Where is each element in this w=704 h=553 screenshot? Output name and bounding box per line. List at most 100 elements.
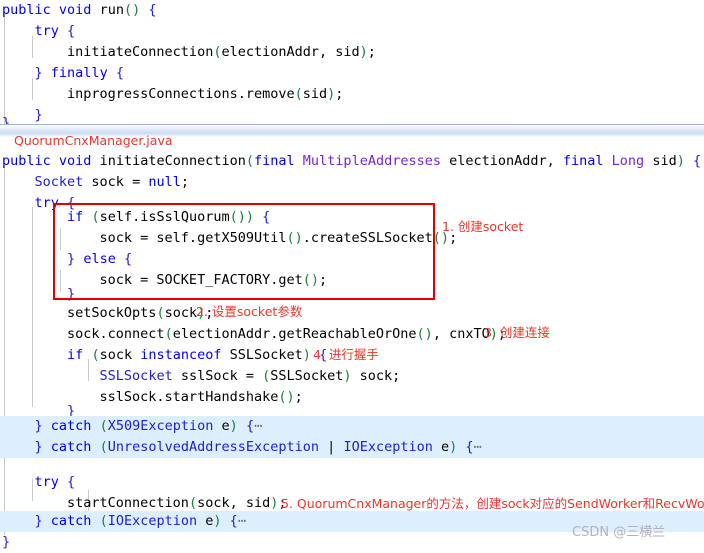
code-token: () <box>123 2 141 18</box>
code-token: electionAddr, sid <box>221 44 360 60</box>
code-token: finally <box>50 65 108 81</box>
code-token: IOException <box>107 513 198 529</box>
code-token: catch <box>50 439 92 455</box>
code-token: ⋯ <box>237 513 246 529</box>
code-token: sock = self.getX509Util <box>2 230 287 246</box>
folded-code-line[interactable]: } catch (X509Exception e) {⋯ <box>0 416 704 437</box>
code-token: () <box>229 209 246 225</box>
code-token: sock; <box>351 368 401 384</box>
filename-label: QuorumCnxManager.java <box>14 133 173 148</box>
code-token: { <box>67 474 76 490</box>
code-line[interactable]: SSLSocket sslSock = (SSLSocket) sock; <box>0 366 704 387</box>
code-token: SSLSocket <box>99 368 173 384</box>
code-token: () <box>286 230 303 246</box>
code-token: sock = <box>83 174 149 190</box>
code-line[interactable]: setSockOpts(sock); <box>0 303 704 324</box>
code-token: electionAddr, <box>440 153 563 169</box>
code-token: sock <box>164 305 198 321</box>
code-token: ; <box>180 174 189 190</box>
code-token: public <box>2 2 51 18</box>
code-token: if <box>67 209 84 225</box>
code-token: { <box>465 439 474 455</box>
code-token: final <box>254 153 295 169</box>
code-token: ( <box>91 209 100 225</box>
folded-code-line[interactable]: } catch (UnresolvedAddressException | IO… <box>0 437 704 458</box>
code-token: , cnxTO <box>432 326 490 342</box>
code-token: ) <box>359 44 368 60</box>
code-token: SSLSocket <box>270 368 344 384</box>
code-token: ( <box>164 326 173 342</box>
code-token: void <box>58 153 92 169</box>
code-token: instanceof <box>140 347 222 363</box>
code-line[interactable]: initiateConnection(electionAddr, sid); <box>0 42 704 63</box>
code-token: UnresolvedAddressException <box>107 439 320 455</box>
code-token: | <box>319 439 344 455</box>
code-token: { <box>115 65 124 81</box>
code-token: sock, sid <box>197 495 271 511</box>
code-token: ) <box>229 418 238 434</box>
code-token: ( <box>245 153 255 169</box>
annotation-5: 5. QuorumCnxManager的方法，创建sock对应的SendWork… <box>281 496 704 511</box>
code-line[interactable]: public void initiateConnection(final Mul… <box>0 151 704 172</box>
code-token: try <box>34 474 59 490</box>
code-token: X509Exception <box>107 418 214 434</box>
code-token: ( <box>91 347 100 363</box>
annotation-4: 4. 进行握手 <box>313 347 379 362</box>
code-token: () <box>416 326 433 342</box>
code-token: { <box>67 23 76 39</box>
code-line[interactable]: if (self.isSslQuorum()) { <box>0 207 704 228</box>
annotation-2: 2. 设置socket参数 <box>196 304 303 319</box>
code-token: self.isSslQuorum <box>99 209 230 225</box>
code-line[interactable]: try { <box>0 472 704 493</box>
code-token: if <box>67 347 84 363</box>
code-line[interactable]: sock = self.getX509Util().createSSLSocke… <box>0 228 704 249</box>
code-line[interactable]: inprogressConnections.remove(sid); <box>0 84 704 105</box>
code-token: } <box>34 65 43 81</box>
code-token: Long <box>611 153 645 169</box>
code-token: } <box>67 286 76 302</box>
code-token: e <box>213 418 230 434</box>
code-token: ⋯ <box>254 418 263 434</box>
code-token: e <box>197 513 214 529</box>
code-token: catch <box>50 513 92 529</box>
code-token: final <box>562 153 604 169</box>
code-token: ) <box>343 368 352 384</box>
code-token: sid <box>644 153 677 169</box>
code-line[interactable]: Socket sock = null; <box>0 172 704 193</box>
code-token: { <box>245 418 255 434</box>
code-token: null <box>148 174 181 190</box>
code-line[interactable]: } <box>0 284 704 305</box>
code-line[interactable]: try { <box>0 21 704 42</box>
code-line[interactable]: } else { <box>0 249 704 270</box>
annotation-1: 1. 创建socket <box>442 219 524 234</box>
code-token: ( <box>294 86 303 102</box>
code-token: electionAddr.getReachableOrOne <box>172 326 417 342</box>
code-line[interactable]: sock.connect(electionAddr.getReachableOr… <box>0 324 704 345</box>
csdn-watermark: CSDN @三横兰 <box>572 525 666 540</box>
code-token: ( <box>156 305 165 321</box>
code-token: initiateConnection <box>2 44 214 60</box>
code-token: MultipleAddresses <box>302 153 441 169</box>
code-token: { <box>123 251 133 267</box>
code-token: IOException <box>343 439 433 455</box>
code-token: else <box>83 251 116 267</box>
code-token: ( <box>99 418 108 434</box>
code-line[interactable]: } finally { <box>0 63 704 84</box>
code-token: e <box>432 439 450 455</box>
code-line[interactable]: public void run() { <box>0 0 704 21</box>
